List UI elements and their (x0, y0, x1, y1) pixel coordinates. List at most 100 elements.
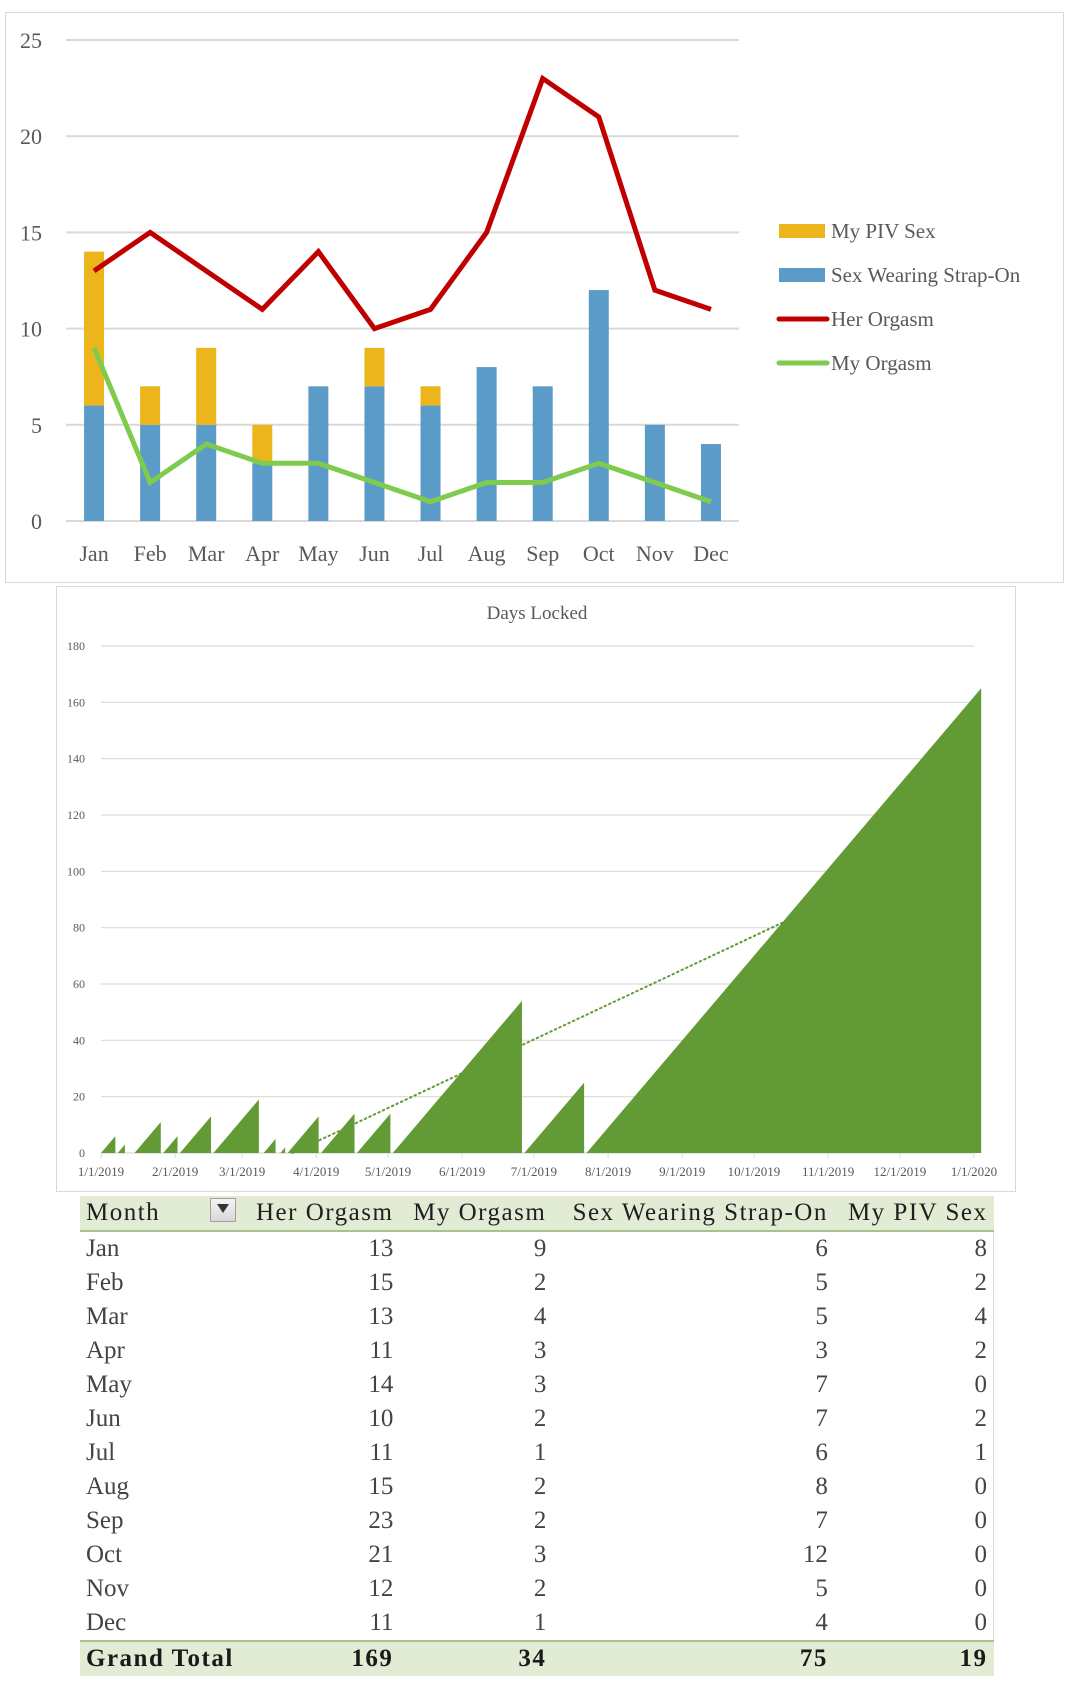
table-row: Dec 11 1 4 0 (80, 1606, 994, 1641)
lock-period-area (280, 1147, 286, 1153)
legend-label: My PIV Sex (831, 219, 936, 243)
bar-sex-wearing-strap-on (476, 367, 497, 521)
table-row: May 14 3 7 0 (80, 1368, 994, 1402)
row-my-orgasm: 2 (533, 1473, 547, 1500)
table-row: Jan 13 9 6 8 (80, 1231, 994, 1266)
x-tick-label: 2/1/2019 (152, 1164, 198, 1179)
bar-my-piv-sex (420, 386, 441, 406)
x-tick-label: Dec (693, 541, 729, 566)
row-her-orgasm: 10 (368, 1405, 394, 1432)
bar-sex-wearing-strap-on (532, 386, 553, 521)
days-locked-chart: Days Locked 0 20 40 60 80 100 120 140 160 180 1/1/2… (56, 586, 1016, 1192)
row-month: Jul (86, 1439, 116, 1466)
row-month: Jan (86, 1235, 120, 1262)
line-her-orgasm (92, 74, 712, 332)
row-strap-on: 5 (815, 1303, 828, 1330)
row-my-orgasm: 2 (533, 1269, 547, 1296)
lock-period-area (134, 1122, 161, 1153)
bar-sex-wearing-strap-on (364, 386, 385, 521)
x-tick-label: Oct (583, 541, 615, 566)
lock-period-area (263, 1138, 276, 1153)
row-my-orgasm: 1 (533, 1609, 547, 1636)
row-her-orgasm: 15 (368, 1269, 394, 1296)
row-my-orgasm: 4 (533, 1303, 547, 1330)
grand-total-her-orgasm: 169 (351, 1645, 394, 1672)
grand-total-strap-on: 75 (799, 1645, 828, 1672)
bar-sex-wearing-strap-on (700, 444, 721, 521)
x-tick-label: 11/1/2019 (802, 1164, 854, 1179)
legend-item: Sex Wearing Strap-On (779, 263, 1021, 287)
table-row: Nov 12 2 5 0 (80, 1572, 994, 1606)
row-her-orgasm: 21 (368, 1541, 394, 1568)
row-piv-sex: 0 (833, 1470, 994, 1504)
row-strap-on: 6 (815, 1235, 828, 1262)
y-tick-label: 20 (73, 1090, 85, 1104)
row-month: Feb (86, 1269, 124, 1296)
legend-label: My Orgasm (831, 351, 932, 375)
filter-dropdown-icon[interactable] (210, 1198, 236, 1222)
table-row: Apr 11 3 3 2 (80, 1334, 994, 1368)
x-tick-label: Jul (418, 541, 444, 566)
x-tick-label: Sep (526, 541, 559, 566)
row-her-orgasm: 11 (369, 1337, 394, 1364)
lock-period-area (356, 1113, 391, 1153)
row-her-orgasm: 13 (368, 1303, 394, 1330)
monthly-activity-chart: 0 5 10 15 20 25 Jan Feb Mar Apr May Jun Jul Aug Sep Oct… (5, 12, 1064, 583)
lock-period-area (392, 1000, 522, 1153)
bar-my-piv-sex (252, 424, 273, 464)
x-tick-label: 9/1/2019 (659, 1164, 705, 1179)
row-month: May (86, 1371, 132, 1398)
row-strap-on: 7 (815, 1507, 828, 1534)
bar-sex-wearing-strap-on (308, 386, 329, 521)
lock-period-area (163, 1136, 178, 1153)
row-piv-sex: 8 (833, 1231, 994, 1266)
row-her-orgasm: 14 (368, 1371, 394, 1398)
x-tick-label: Jun (359, 541, 390, 566)
row-piv-sex: 0 (833, 1368, 994, 1402)
x-tick-label: Nov (636, 541, 674, 566)
lock-period-area (586, 688, 982, 1153)
table-row: Jul 11 1 6 1 (80, 1436, 994, 1470)
row-her-orgasm: 23 (368, 1507, 394, 1534)
row-strap-on: 3 (815, 1337, 828, 1364)
y-tick-label: 0 (79, 1146, 85, 1160)
row-my-orgasm: 2 (533, 1507, 547, 1534)
column-header-piv-sex: My PIV Sex (847, 1199, 988, 1226)
bar-sex-wearing-strap-on (84, 405, 105, 521)
table-row: Mar 13 4 5 4 (80, 1300, 994, 1334)
row-month: Oct (86, 1541, 123, 1568)
x-tick-label: Feb (134, 541, 167, 566)
y-tick-label: 60 (73, 977, 85, 991)
legend-swatch (779, 224, 825, 238)
table-row: Aug 15 2 8 0 (80, 1470, 994, 1504)
y-tick-label: 180 (67, 639, 85, 653)
lock-period-area (213, 1099, 259, 1153)
row-piv-sex: 2 (833, 1334, 994, 1368)
row-month: Mar (86, 1303, 128, 1330)
y-tick-label: 0 (31, 509, 42, 534)
column-header-strap-on: Sex Wearing Strap-On (572, 1199, 828, 1226)
x-tick-label: 3/1/2019 (219, 1164, 265, 1179)
bar-my-piv-sex (84, 251, 105, 406)
row-my-orgasm: 9 (533, 1235, 547, 1262)
pivot-table: Month Her Orgasm My Orgasm Sex Wearing S… (80, 1196, 994, 1676)
lock-period-area (101, 1136, 116, 1153)
pivot-header-row: Month Her Orgasm My Orgasm Sex Wearing S… (80, 1196, 994, 1231)
x-tick-label: 7/1/2019 (511, 1164, 557, 1179)
legend-swatch (779, 268, 825, 282)
column-header-month: Month (80, 1196, 242, 1231)
row-piv-sex: 2 (833, 1402, 994, 1436)
row-my-orgasm: 3 (533, 1337, 547, 1364)
row-piv-sex: 0 (833, 1572, 994, 1606)
row-strap-on: 5 (815, 1575, 828, 1602)
bar-my-piv-sex (196, 347, 217, 425)
y-tick-label: 100 (67, 864, 85, 878)
row-piv-sex: 0 (833, 1538, 994, 1572)
row-month: Dec (86, 1609, 127, 1636)
row-month: Apr (86, 1337, 125, 1364)
row-strap-on: 5 (815, 1269, 828, 1296)
lock-period-area (524, 1082, 585, 1153)
x-tick-label: Mar (188, 541, 225, 566)
row-my-orgasm: 2 (533, 1575, 547, 1602)
row-month: Aug (86, 1473, 130, 1500)
